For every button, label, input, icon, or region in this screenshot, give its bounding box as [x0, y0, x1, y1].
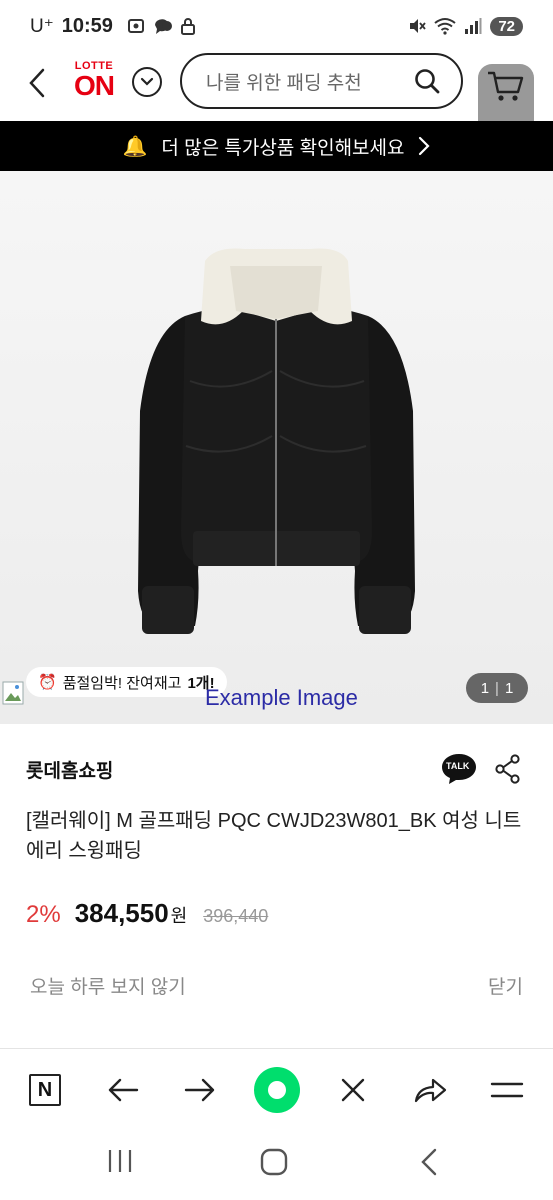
example-image-label: Example Image	[205, 685, 358, 710]
browser-back-button[interactable]	[100, 1067, 146, 1113]
promo-banner[interactable]: 🔔 더 많은 특가상품 확인해보세요	[0, 121, 553, 171]
status-bar: U⁺ 10:59 72	[0, 0, 553, 52]
image-page-indicator: 1 | 1	[466, 673, 528, 703]
cart-icon	[488, 71, 524, 101]
share-icon[interactable]	[494, 754, 522, 784]
battery-indicator: 72	[490, 16, 523, 36]
arrow-left-icon	[108, 1078, 139, 1102]
search-input[interactable]: 나를 위한 패딩 추천	[180, 53, 463, 109]
carrier-label: U⁺	[30, 15, 54, 37]
bell-icon: 🔔	[122, 135, 148, 158]
browser-toolbar: N	[0, 1048, 553, 1130]
menu-dropdown-button[interactable]	[132, 67, 162, 97]
close-icon	[341, 1078, 365, 1102]
hide-today-link[interactable]: 오늘 하루 보지 않기	[30, 972, 186, 999]
talk-chat-button[interactable]: TALK	[441, 752, 477, 786]
clock: 10:59	[61, 14, 113, 37]
original-price: 396,440	[203, 906, 269, 926]
naver-n-icon: N	[29, 1074, 61, 1106]
signal-icon	[465, 18, 482, 34]
discount-rate: 2%	[26, 901, 61, 928]
chat-bubble-icon	[154, 19, 172, 34]
talk-label: TALK	[446, 761, 470, 771]
hamburger-menu-icon	[490, 1082, 524, 1098]
lotte-on-logo[interactable]: LOTTE ON	[68, 60, 120, 112]
lock-icon	[180, 18, 195, 35]
back-button[interactable]	[24, 66, 52, 100]
chevron-down-icon	[140, 77, 154, 86]
recent-apps-icon[interactable]	[106, 1148, 134, 1174]
sale-price-value: 384,550	[74, 898, 169, 928]
broken-image-icon	[2, 681, 24, 705]
seller-name[interactable]: 롯데홈쇼핑	[26, 756, 113, 783]
green-dot-button[interactable]	[254, 1067, 300, 1113]
close-tab-button[interactable]	[330, 1067, 376, 1113]
chevron-left-icon	[29, 68, 45, 98]
product-title: [캘러웨이] M 골프패딩 PQC CWJD23W801_BK 여성 니트에리 …	[26, 810, 522, 862]
arrow-right-icon	[184, 1078, 215, 1102]
close-link[interactable]: 닫기	[488, 972, 523, 999]
jacket-illustration	[138, 248, 415, 634]
system-back-icon[interactable]	[418, 1148, 440, 1176]
share-page-button[interactable]	[407, 1067, 453, 1113]
browser-menu-button[interactable]	[484, 1067, 530, 1113]
search-icon[interactable]	[413, 67, 441, 95]
browser-forward-button[interactable]	[177, 1067, 223, 1113]
page-current: 1	[480, 679, 490, 697]
page-total: 1	[504, 679, 514, 697]
alarm-clock-icon: ⏰	[38, 674, 57, 691]
logo-main-text: ON	[74, 70, 115, 101]
price-row: 2% 384,550 원 396,440	[26, 898, 268, 929]
sale-price: 384,550 원	[75, 898, 188, 929]
mute-icon	[410, 19, 427, 33]
page-separator-icon: |	[495, 679, 499, 697]
screenshot-icon	[127, 19, 144, 33]
stock-badge-text: 품절임박! 잔여재고	[62, 674, 182, 692]
promo-text: 더 많은 특가상품 확인해보세요	[161, 137, 405, 159]
green-dot-icon	[254, 1067, 300, 1113]
naver-home-button[interactable]: N	[22, 1067, 68, 1113]
android-navigation-bar	[0, 1130, 553, 1200]
share-arrow-icon	[414, 1078, 447, 1103]
header: LOTTE ON 나를 위한 패딩 추천	[0, 52, 553, 130]
chevron-right-icon	[419, 136, 431, 156]
home-icon[interactable]	[260, 1148, 288, 1176]
currency-label: 원	[170, 906, 188, 926]
product-image[interactable]: ⏰ 품절임박! 잔여재고 1개! Example Image 1 | 1	[0, 171, 553, 724]
search-placeholder: 나를 위한 패딩 추천	[206, 72, 362, 94]
low-stock-badge: ⏰ 품절임박! 잔여재고 1개!	[26, 667, 227, 697]
wifi-icon	[434, 18, 456, 35]
